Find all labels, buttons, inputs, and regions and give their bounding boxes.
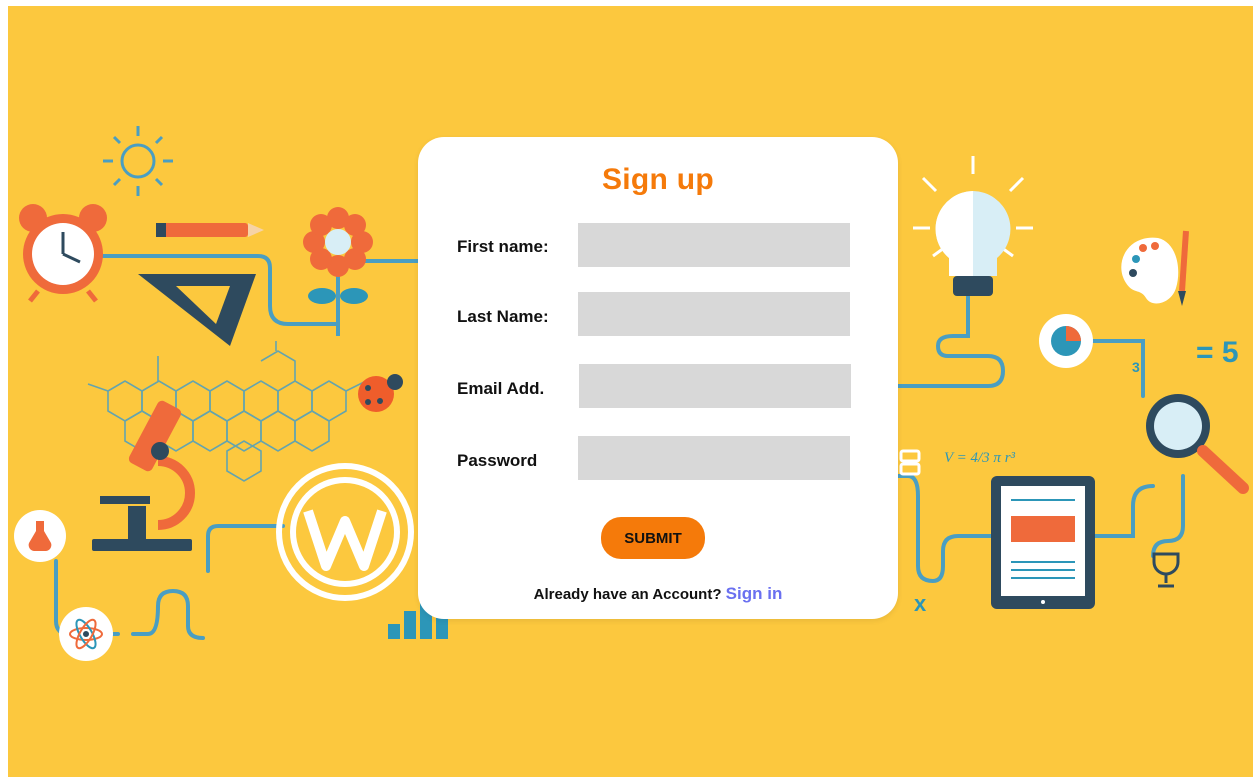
letter-x-text: x xyxy=(914,591,927,616)
email-input[interactable] xyxy=(579,364,851,408)
first-name-label: First name: xyxy=(457,237,549,256)
submit-button[interactable]: SUBMIT xyxy=(601,517,705,559)
last-name-label: Last Name: xyxy=(457,307,549,326)
signup-card: Sign up First name: Last Name: Email Add… xyxy=(418,137,898,619)
password-input[interactable] xyxy=(578,436,850,480)
email-label: Email Add. xyxy=(457,379,545,398)
volume-formula: V = 4/3 π r³ xyxy=(944,450,1016,466)
signin-link[interactable]: Sign in xyxy=(726,584,783,603)
last-name-input[interactable] xyxy=(578,292,850,336)
tablet-icon xyxy=(991,476,1095,609)
equals-five-text: = 5 xyxy=(1196,336,1239,369)
flask-icon xyxy=(14,510,66,562)
palette-icon xyxy=(1121,230,1189,306)
ladybug-icon xyxy=(358,374,403,412)
books-icon xyxy=(899,449,921,476)
signin-prompt-text: Already have an Account? xyxy=(533,586,722,603)
first-name-input[interactable] xyxy=(578,223,850,267)
alarm-clock-icon xyxy=(19,204,107,303)
set-square-icon xyxy=(138,274,256,346)
sun-icon xyxy=(103,126,173,196)
magnifier-icon xyxy=(1146,394,1249,494)
signin-prompt: Already have an Account? Sign in xyxy=(418,584,898,604)
background-panel: V = 4/3 π r³ = 5 3 x Sign up First name:… xyxy=(8,6,1253,777)
password-label: Password xyxy=(457,451,538,470)
number-three-text: 3 xyxy=(1132,359,1140,375)
atom-icon xyxy=(59,607,113,661)
microscope-icon xyxy=(92,400,195,551)
pie-chart-icon xyxy=(1039,314,1093,368)
pencil-icon xyxy=(156,223,264,237)
flower-icon xyxy=(303,207,373,336)
trophy-icon xyxy=(1152,552,1180,588)
lightbulb-icon xyxy=(913,156,1033,296)
signup-title: Sign up xyxy=(601,163,715,196)
wordpress-logo xyxy=(276,463,414,601)
